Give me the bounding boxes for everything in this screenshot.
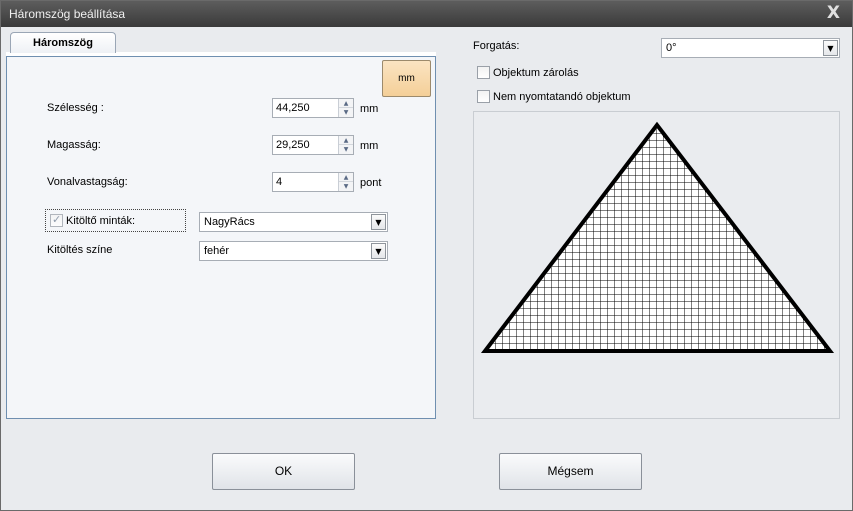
spin-up-icon[interactable]: ▲ <box>339 136 353 145</box>
height-spin-buttons[interactable]: ▲ ▼ <box>338 136 353 154</box>
line-width-spin-buttons[interactable]: ▲ ▼ <box>338 173 353 191</box>
chevron-down-icon[interactable]: ▼ <box>371 243 386 259</box>
triangle-grid-pattern <box>485 125 830 351</box>
height-unit: mm <box>360 140 379 152</box>
fill-color-select[interactable]: fehér ▼ <box>199 241 388 261</box>
rotation-label: Forgatás: <box>473 40 520 52</box>
rotation-value: 0° <box>666 42 677 54</box>
non-printable-label[interactable]: Nem nyomtatandó objektum <box>493 91 631 103</box>
width-spinner[interactable]: 44,250 ▲ ▼ <box>272 98 354 118</box>
line-width-spinner[interactable]: 4 ▲ ▼ <box>272 172 354 192</box>
spin-down-icon[interactable]: ▼ <box>339 108 353 117</box>
spin-up-icon[interactable]: ▲ <box>339 173 353 182</box>
line-width-value[interactable]: 4 <box>276 176 282 188</box>
width-value[interactable]: 44,250 <box>276 102 310 114</box>
width-unit: mm <box>360 103 379 115</box>
spin-down-icon[interactable]: ▼ <box>339 145 353 154</box>
width-spin-buttons[interactable]: ▲ ▼ <box>338 99 353 117</box>
dialog-window: Háromszög beállítása X Háromszög mm Szél… <box>0 0 853 511</box>
fill-pattern-value: NagyRács <box>204 216 255 228</box>
cancel-button[interactable]: Mégsem <box>499 453 642 490</box>
fill-pattern-label[interactable]: Kitöltő minták: <box>66 215 135 227</box>
object-lock-label[interactable]: Objektum zárolás <box>493 67 579 79</box>
triangle-preview-svg <box>480 121 835 353</box>
close-icon[interactable]: X <box>827 3 840 23</box>
line-width-label: Vonalvastagság: <box>47 176 128 188</box>
chevron-down-icon[interactable]: ▼ <box>371 214 386 230</box>
object-lock-checkbox[interactable] <box>477 66 490 79</box>
title-bar[interactable]: Háromszög beállítása X <box>1 1 852 27</box>
fill-pattern-checkbox[interactable] <box>50 213 63 227</box>
height-spinner[interactable]: 29,250 ▲ ▼ <box>272 135 354 155</box>
window-title: Háromszög beállítása <box>9 7 126 21</box>
spin-down-icon[interactable]: ▼ <box>339 182 353 191</box>
non-printable-checkbox[interactable] <box>477 90 490 103</box>
chevron-down-icon[interactable]: ▼ <box>823 40 838 56</box>
tab-haromszog[interactable]: Háromszög <box>10 32 116 53</box>
fill-pattern-select[interactable]: NagyRács ▼ <box>199 212 388 232</box>
height-value[interactable]: 29,250 <box>276 139 310 151</box>
line-width-unit: pont <box>360 177 382 189</box>
shape-preview <box>473 111 840 419</box>
unit-toggle-button[interactable]: mm <box>382 60 431 97</box>
fill-color-value: fehér <box>204 245 230 257</box>
ok-button[interactable]: OK <box>212 453 355 490</box>
spin-up-icon[interactable]: ▲ <box>339 99 353 108</box>
height-label: Magasság: <box>47 139 101 151</box>
width-label: Szélesség : <box>47 102 104 114</box>
rotation-select[interactable]: 0° ▼ <box>661 38 840 58</box>
fill-color-label: Kitöltés színe <box>47 244 113 256</box>
